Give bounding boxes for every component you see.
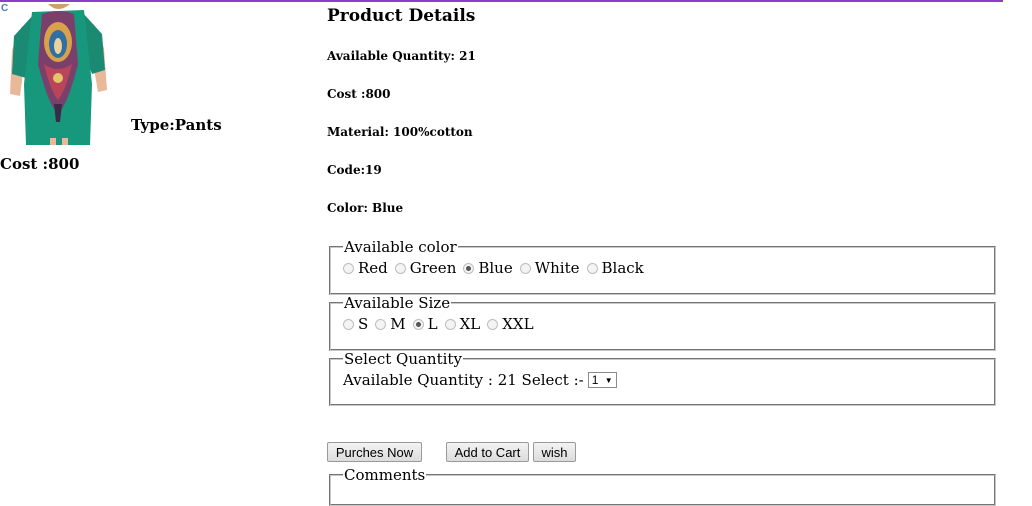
size-fieldset: Available Size S M L XL XXL <box>329 294 996 351</box>
color-option-green[interactable]: Green <box>394 259 457 277</box>
size-option-s[interactable]: S <box>343 315 368 333</box>
quantity-select[interactable]: 1 ▼ <box>587 372 617 388</box>
color-option-label: Red <box>358 259 388 277</box>
detail-available-quantity: Available Quantity: 21 <box>327 49 476 63</box>
radio-red[interactable] <box>343 262 354 274</box>
size-options: S M L XL XXL <box>343 312 982 336</box>
purchase-now-button[interactable]: Purches Now <box>327 442 422 462</box>
color-option-label: White <box>534 259 580 277</box>
radio-s[interactable] <box>343 318 354 330</box>
radio-blue[interactable] <box>463 262 475 274</box>
comments-fieldset-legend: Comments <box>344 466 426 484</box>
size-option-m[interactable]: M <box>375 315 406 333</box>
size-option-label: XL <box>459 315 481 333</box>
color-option-label: Green <box>409 259 457 277</box>
radio-white[interactable] <box>519 262 531 274</box>
radio-green[interactable] <box>394 262 406 274</box>
detail-material: Material: 100%cotton <box>327 125 473 139</box>
detail-cost: Cost :800 <box>327 87 391 101</box>
radio-l[interactable] <box>412 318 424 330</box>
radio-xl[interactable] <box>444 318 456 330</box>
color-option-label: Black <box>601 259 644 277</box>
quantity-row: Available Quantity : 21 Select :- 1 ▼ <box>343 368 982 392</box>
color-option-red[interactable]: Red <box>343 259 388 277</box>
size-option-label: M <box>390 315 406 333</box>
detail-color: Color: Blue <box>327 201 404 215</box>
top-divider <box>0 0 1003 2</box>
radio-m[interactable] <box>375 318 387 330</box>
quantity-fieldset-legend: Select Quantity <box>344 350 462 368</box>
detail-code: Code:19 <box>327 163 382 177</box>
color-option-label: Blue <box>478 259 513 277</box>
size-option-xxl[interactable]: XXL <box>487 315 534 333</box>
color-option-blue[interactable]: Blue <box>463 259 513 277</box>
radio-black[interactable] <box>586 262 598 274</box>
add-to-cart-button[interactable]: Add to Cart <box>446 442 529 462</box>
size-fieldset-legend: Available Size <box>344 294 451 312</box>
size-option-label: S <box>358 315 369 333</box>
quantity-select-value: 1 <box>591 373 599 387</box>
color-fieldset: Available color Red Green Blue White Bla… <box>329 238 996 295</box>
comments-fieldset: Comments <box>329 466 996 506</box>
quantity-fieldset: Select Quantity Available Quantity : 21 … <box>329 350 996 406</box>
color-option-white[interactable]: White <box>519 259 580 277</box>
size-option-label: L <box>427 315 438 333</box>
wish-button[interactable]: wish <box>533 442 576 462</box>
color-options: Red Green Blue White Black <box>343 256 982 280</box>
quantity-text: Available Quantity : 21 Select :- <box>343 371 584 389</box>
page-title: Product Details <box>327 6 476 26</box>
chevron-down-icon: ▼ <box>604 375 613 385</box>
size-option-label: XXL <box>502 315 534 333</box>
color-option-black[interactable]: Black <box>586 259 644 277</box>
product-cost-label: Cost :800 <box>0 155 80 173</box>
color-fieldset-legend: Available color <box>344 238 457 256</box>
product-image[interactable] <box>8 4 109 145</box>
size-option-l[interactable]: L <box>412 315 438 333</box>
product-tunic-illustration <box>8 4 109 145</box>
size-option-xl[interactable]: XL <box>444 315 481 333</box>
product-type-label: Type:Pants <box>131 116 222 134</box>
radio-xxl[interactable] <box>487 318 499 330</box>
